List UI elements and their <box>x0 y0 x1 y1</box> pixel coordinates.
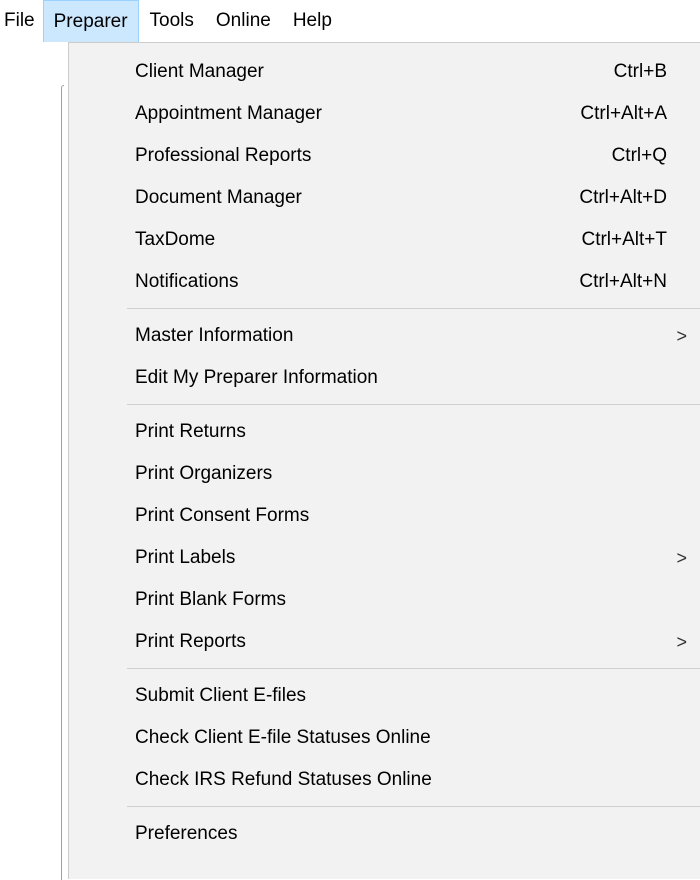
menu-item-print-blank-forms[interactable]: Print Blank Forms <box>69 579 700 621</box>
menu-item-label: Appointment Manager <box>135 103 322 124</box>
menu-item-professional-reports[interactable]: Professional Reports Ctrl+Q <box>69 135 700 177</box>
menu-list: Client Manager Ctrl+B Appointment Manage… <box>69 51 700 855</box>
menu-item-print-reports[interactable]: Print Reports > <box>69 621 700 663</box>
menu-separator <box>69 303 700 315</box>
menu-item-label: Document Manager <box>135 187 302 208</box>
menu-item-print-labels[interactable]: Print Labels > <box>69 537 700 579</box>
menu-item-label: Print Labels <box>135 547 236 568</box>
menu-item-label: Notifications <box>135 271 239 292</box>
preparer-dropdown-menu: Client Manager Ctrl+B Appointment Manage… <box>68 42 700 879</box>
chevron-right-icon: > <box>676 631 687 652</box>
menu-item-shortcut: Ctrl+B <box>613 61 667 82</box>
menu-item-notifications[interactable]: Notifications Ctrl+Alt+N <box>69 261 700 303</box>
menu-item-label: Preferences <box>135 823 238 844</box>
menu-item-label: Submit Client E-files <box>135 685 307 706</box>
menu-item-label: Check Client E-file Statuses Online <box>135 727 431 748</box>
menu-item-shortcut: Ctrl+Alt+N <box>579 271 667 292</box>
menubar-help[interactable]: Help <box>282 0 343 42</box>
menu-item-label: Print Organizers <box>135 463 273 484</box>
menu-item-client-manager[interactable]: Client Manager Ctrl+B <box>69 51 700 93</box>
menu-item-label: Print Reports <box>135 631 246 652</box>
menu-bar: File Preparer Tools Online Help <box>0 0 700 42</box>
menu-item-shortcut: Ctrl+Alt+T <box>581 229 667 250</box>
chevron-right-icon: > <box>676 325 687 346</box>
menu-item-shortcut: Ctrl+Alt+D <box>579 187 667 208</box>
menu-item-check-irs-refund-statuses[interactable]: Check IRS Refund Statuses Online <box>69 759 700 801</box>
chevron-right-icon: > <box>676 547 687 568</box>
menu-item-print-returns[interactable]: Print Returns <box>69 411 700 453</box>
background-window-edge <box>61 85 64 880</box>
menu-item-shortcut: Ctrl+Q <box>611 145 667 166</box>
menu-item-label: Check IRS Refund Statuses Online <box>135 769 432 790</box>
menu-item-submit-client-efiles[interactable]: Submit Client E-files <box>69 675 700 717</box>
menu-item-label: TaxDome <box>135 229 216 250</box>
menu-item-label: Print Consent Forms <box>135 505 310 526</box>
menu-item-taxdome[interactable]: TaxDome Ctrl+Alt+T <box>69 219 700 261</box>
menu-item-label: Master Information <box>135 325 294 346</box>
menu-item-print-organizers[interactable]: Print Organizers <box>69 453 700 495</box>
menubar-file[interactable]: File <box>0 0 43 42</box>
menu-item-label: Client Manager <box>135 61 264 82</box>
menubar-online[interactable]: Online <box>205 0 282 42</box>
menu-separator <box>69 663 700 675</box>
menu-item-label: Print Blank Forms <box>135 589 286 610</box>
menu-item-master-information[interactable]: Master Information > <box>69 315 700 357</box>
menu-item-label: Professional Reports <box>135 145 312 166</box>
menubar-preparer[interactable]: Preparer <box>42 0 139 42</box>
menu-item-print-consent-forms[interactable]: Print Consent Forms <box>69 495 700 537</box>
menu-item-label: Print Returns <box>135 421 246 442</box>
menu-item-edit-my-preparer-information[interactable]: Edit My Preparer Information <box>69 357 700 399</box>
menu-item-document-manager[interactable]: Document Manager Ctrl+Alt+D <box>69 177 700 219</box>
menubar-tools[interactable]: Tools <box>139 0 205 42</box>
menu-item-appointment-manager[interactable]: Appointment Manager Ctrl+Alt+A <box>69 93 700 135</box>
menu-separator <box>69 801 700 813</box>
menu-separator <box>69 399 700 411</box>
menu-item-label: Edit My Preparer Information <box>135 367 378 388</box>
menu-item-preferences[interactable]: Preferences <box>69 813 700 855</box>
menu-item-check-client-efile-statuses[interactable]: Check Client E-file Statuses Online <box>69 717 700 759</box>
menu-item-shortcut: Ctrl+Alt+A <box>580 103 667 124</box>
